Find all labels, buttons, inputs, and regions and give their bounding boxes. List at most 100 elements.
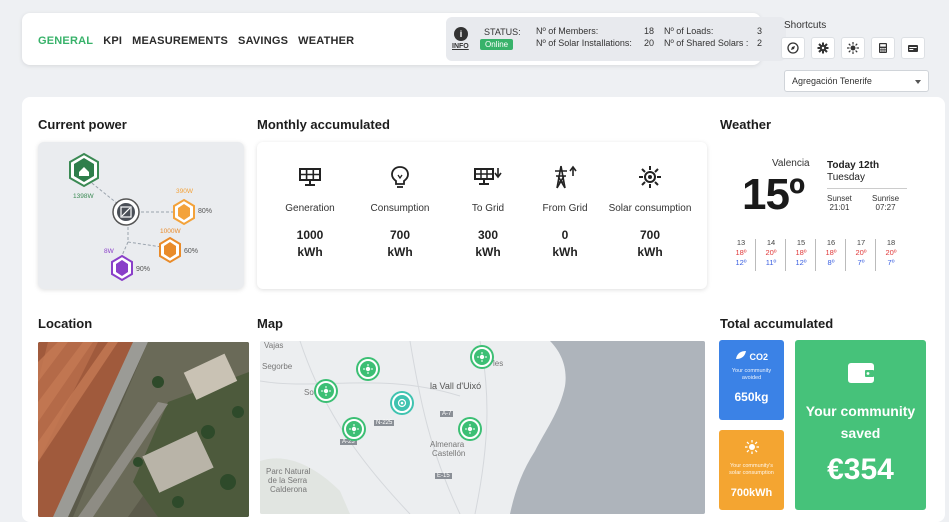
solar-consumption-label: Solar consumption (608, 203, 692, 214)
sun-icon (639, 166, 661, 188)
forecast-low: 12º (795, 258, 807, 267)
shortcut-card-button[interactable] (901, 37, 925, 59)
shared-solars-value: 2 (757, 38, 763, 48)
map-pin-solar[interactable] (344, 419, 364, 439)
current-power-title: Current power (38, 117, 127, 132)
solar-consumption-unit: kWh (637, 245, 663, 259)
map-label: Castellón (432, 449, 466, 458)
location-satellite-image[interactable] (38, 342, 249, 517)
forecast-day: 18 20º 7º (880, 238, 902, 268)
road-label: A-23 (340, 439, 357, 445)
co2-text: Your community avoided (731, 368, 772, 381)
gear-icon (817, 42, 829, 54)
weather-title: Weather (720, 117, 772, 132)
consumption-value: 700 (389, 228, 411, 242)
total-accumulated-title: Total accumulated (720, 316, 834, 331)
sun-icon (349, 424, 359, 434)
shortcut-solar-button[interactable] (841, 37, 865, 59)
forecast-date: 17 (856, 238, 866, 247)
forecast-divider (785, 239, 786, 271)
forecast-day: 17 20º 7º (850, 238, 872, 268)
compass-icon (787, 42, 799, 54)
status-label: STATUS: (484, 27, 521, 37)
solar-tile-value: 700kWh (730, 487, 773, 499)
forecast-high: 18º (825, 248, 837, 257)
members-label: Nº of Members: (536, 26, 599, 36)
top-nav-bar: GENERAL KPI MEASUREMENTS SAVINGS WEATHER… (22, 13, 786, 65)
current-power-card: 1398W 390W 80% 1000W 60% 8W 90% (38, 142, 244, 289)
from-grid-unit: kWh (552, 245, 578, 259)
map-pin-solar[interactable] (316, 381, 336, 401)
tab-savings[interactable]: SAVINGS (238, 35, 288, 47)
shortcut-settings-button[interactable] (811, 37, 835, 59)
co2-label: CO2 (749, 352, 769, 362)
map-label: Segorbe (262, 362, 293, 371)
battery-percentage: 90% (136, 266, 151, 273)
road-label: A-7 (440, 411, 454, 417)
shortcuts-panel: Shortcuts (772, 13, 932, 65)
status-summary: i INFO STATUS: Online Nº of Members: 18 … (446, 17, 786, 61)
forecast-divider (815, 239, 816, 271)
wallet-icon (847, 363, 874, 383)
card-icon (908, 45, 918, 52)
from-grid-label: From Grid (542, 203, 588, 214)
solar-power-value: 390W (176, 188, 193, 195)
map-pin-selected[interactable] (392, 393, 412, 413)
savings-value: €354 (827, 453, 894, 486)
lightbulb-icon (391, 166, 409, 188)
weather-weekday: Tuesday (827, 172, 865, 183)
consumption-label: Consumption (370, 203, 430, 214)
forecast-date: 18 (886, 238, 896, 247)
forecast-high: 18º (795, 248, 807, 257)
tab-general[interactable]: GENERAL (38, 35, 93, 47)
solar-consumption-value: 700 (639, 228, 661, 242)
tab-weather[interactable]: WEATHER (298, 35, 354, 47)
sunset: Sunset 21:01 (827, 194, 852, 212)
forecast-day: 16 18º 8º (820, 238, 842, 268)
weather-city: Valencia (772, 158, 810, 169)
shortcut-compass-button[interactable] (781, 37, 805, 59)
generation-label: Generation (285, 203, 335, 214)
target-icon (397, 398, 407, 408)
forecast-date: 15 (796, 238, 806, 247)
forecast-low: 11º (765, 258, 777, 267)
info-icon[interactable]: i (454, 27, 468, 41)
panel-to-grid-icon (474, 168, 502, 185)
community-savings-tile: Your community saved €354 (795, 340, 926, 510)
installations-map[interactable]: Vajas Segorbe Sot la Vall d'Uixó Almenar… (260, 341, 705, 514)
weather-widget: Valencia 15º Today 12th Tuesday Sunset 2… (722, 142, 932, 292)
forecast-date: 16 (826, 238, 836, 247)
nav-tabs: GENERAL KPI MEASUREMENTS SAVINGS WEATHER (38, 35, 354, 47)
map-pin-solar[interactable] (472, 347, 492, 367)
tab-kpi[interactable]: KPI (103, 35, 122, 47)
info-link[interactable]: INFO (452, 43, 469, 50)
savings-line2: saved (840, 425, 881, 441)
map-title: Map (257, 316, 283, 331)
monthly-solar-consumption: Solar consumption 700 kWh (607, 162, 693, 259)
community-select[interactable]: Agregación Tenerife (784, 70, 929, 92)
sunrise-time: 07:27 (875, 203, 896, 212)
sun-icon (744, 440, 759, 454)
forecast-low: 7º (857, 258, 865, 267)
map-pin-solar[interactable] (358, 359, 378, 379)
map-label: Vajas (264, 341, 284, 350)
map-label: Parc Natural (266, 467, 311, 476)
members-value: 18 (644, 26, 655, 36)
sun-icon (363, 364, 373, 374)
sun-icon (847, 42, 859, 54)
monthly-consumption: Consumption 700 kWh (357, 162, 443, 259)
forecast-high: 20º (885, 248, 897, 257)
loads-value: 3 (757, 26, 763, 36)
road-label: E-15 (435, 473, 452, 479)
map-pin-solar[interactable] (460, 419, 480, 439)
tab-measurements[interactable]: MEASUREMENTS (132, 35, 228, 47)
forecast-divider (755, 239, 756, 271)
to-grid-label: To Grid (471, 203, 505, 214)
sunrise: Sunrise 07:27 (872, 194, 899, 212)
solar-percentage: 80% (198, 208, 213, 215)
grid-power-value: 1000W (160, 228, 181, 235)
co2-badge: CO2 (719, 350, 784, 362)
shortcut-calculator-button[interactable] (871, 37, 895, 59)
loads-label: Nº of Loads: (664, 26, 714, 36)
map-label: les (493, 359, 504, 368)
